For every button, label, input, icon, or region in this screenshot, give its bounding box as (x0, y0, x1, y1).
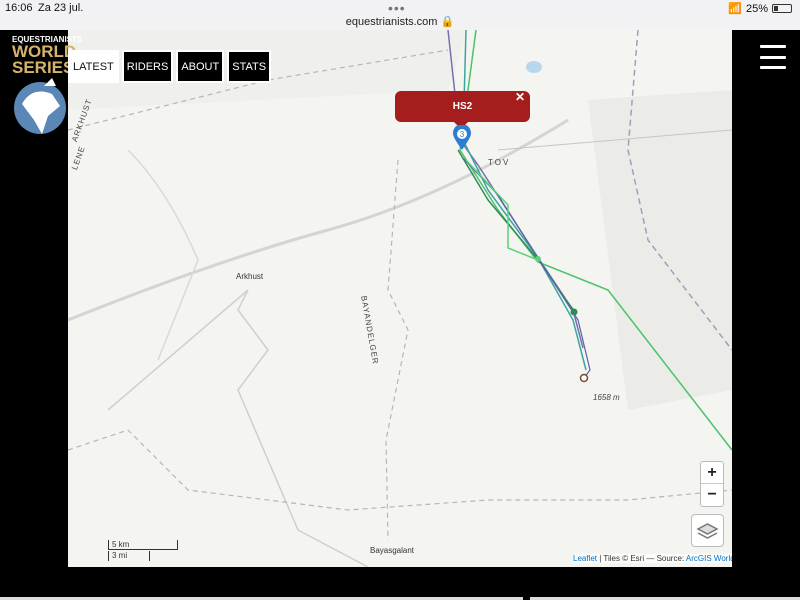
rider-location-marker-icon[interactable]: 3 (453, 125, 471, 151)
battery-percent: 25% (745, 2, 768, 15)
address-bar[interactable]: equestrianists.com 🔒 (0, 15, 800, 28)
scale-km: 5 km (108, 540, 178, 550)
scale-mi: 3 mi (108, 551, 150, 561)
nav-tab-riders[interactable]: RIDERS (121, 50, 174, 83)
arcgis-link[interactable]: ArcGIS World Topographic Map (686, 554, 732, 563)
main-nav: LATEST RIDERS ABOUT STATS (68, 50, 272, 83)
lock-icon: 🔒 (440, 16, 455, 28)
map-attribution: Leaflet | Tiles © Esri — Source: ArcGIS … (573, 554, 732, 563)
ios-status-bar: 16:06 Za 23 jul. ••• equestrianists.com … (0, 0, 800, 30)
layers-button[interactable] (691, 514, 724, 547)
zoom-control: + − (700, 461, 724, 507)
nav-tab-about[interactable]: ABOUT (176, 50, 225, 83)
place-label-bayasgalant: Bayasgalant (370, 546, 415, 555)
url-text[interactable]: equestrianists.com (346, 16, 438, 28)
place-label-arkhust: Arkhust (236, 272, 264, 281)
zoom-in-button[interactable]: + (701, 462, 723, 484)
popup-title: HS2 (452, 101, 473, 112)
popup-close-icon[interactable]: ✕ (515, 82, 525, 113)
track-point (535, 256, 541, 262)
nav-tab-stats[interactable]: STATS (227, 50, 272, 83)
more-dots-icon[interactable]: ••• (388, 0, 406, 16)
marker-number: 3 (460, 130, 465, 139)
zoom-out-button[interactable]: − (701, 484, 723, 506)
layers-icon (696, 523, 719, 539)
date: Za 23 jul. (38, 2, 84, 14)
hamburger-menu-icon[interactable] (760, 45, 786, 69)
rider-popup[interactable]: HS2 ✕ (395, 90, 530, 129)
track-point (579, 373, 589, 383)
lake (526, 61, 542, 73)
battery-indicator: 📶 25% (728, 2, 792, 15)
clock: 16:06 (5, 2, 33, 14)
wifi-icon: 📶 (728, 3, 742, 15)
battery-icon (772, 4, 792, 13)
site-logo[interactable]: EQUESTRIANISTS WORLD SERIES (12, 35, 82, 135)
leaflet-link[interactable]: Leaflet (573, 554, 597, 563)
horse-globe-icon (14, 78, 66, 134)
map-scale: 5 km 3 mi (108, 540, 178, 562)
elevation-label: 1658 m (593, 393, 620, 402)
page: Arkhust BAYANDELGER TOV Bayasgalant ARKH… (0, 30, 800, 600)
track-point (570, 308, 578, 316)
attribution-text: | Tiles © Esri — Source: (597, 554, 686, 563)
nav-tab-latest[interactable]: LATEST (68, 50, 119, 83)
region-label-tov: TOV (488, 158, 511, 167)
logo-line-3: SERIES (12, 58, 75, 77)
